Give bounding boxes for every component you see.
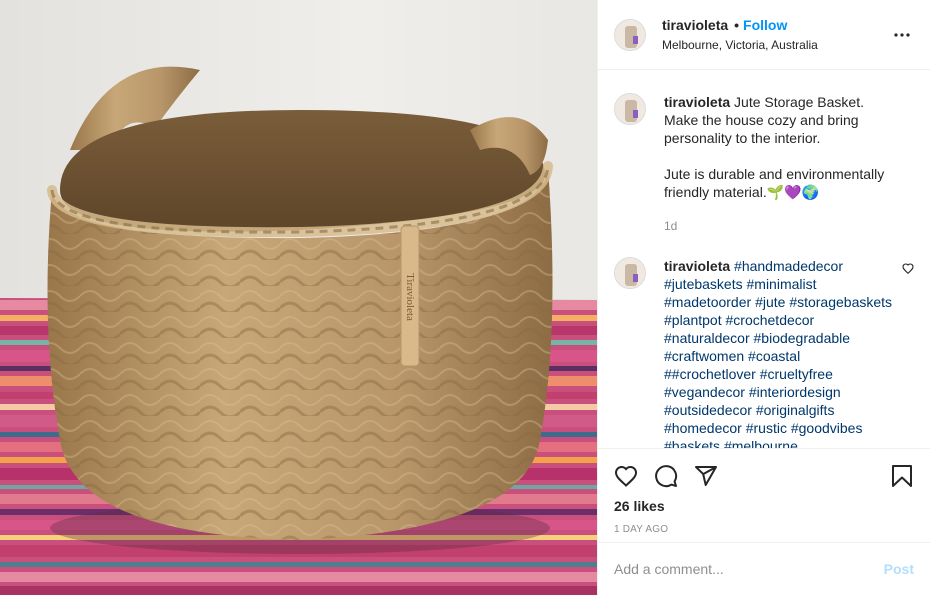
- post-actions: 26 likes 1 DAY AGO: [598, 448, 930, 542]
- hashtag-link[interactable]: #rustic: [746, 420, 787, 436]
- bookmark-icon: [892, 465, 912, 487]
- save-button[interactable]: [890, 464, 914, 488]
- hashtag-link[interactable]: ##crochetlover: [664, 366, 756, 382]
- hashtag-link[interactable]: #plantpot: [664, 312, 722, 328]
- caption-text-block: tiravioleta Jute Storage Basket. Make th…: [664, 93, 914, 235]
- hashtag-link[interactable]: #craftwomen: [664, 348, 744, 364]
- post-time[interactable]: 1 DAY AGO: [614, 524, 914, 535]
- hashtag-link[interactable]: #outsidedecor: [664, 402, 752, 418]
- comment-icon: [655, 465, 678, 488]
- hashtag-link[interactable]: #goodvibes: [791, 420, 863, 436]
- hashtag-link[interactable]: #vegandecor: [664, 384, 745, 400]
- more-options-button[interactable]: [890, 23, 914, 47]
- hashtag-link[interactable]: #biodegradable: [754, 330, 851, 346]
- header-meta: tiravioleta • Follow Melbourne, Victoria…: [662, 17, 890, 52]
- hashtag-link[interactable]: #storagebaskets: [789, 294, 892, 310]
- follow-button[interactable]: Follow: [743, 17, 787, 33]
- comment-button[interactable]: [654, 464, 678, 488]
- caption-emojis: 🌱💜🌍: [766, 184, 819, 200]
- action-icons-row: [614, 449, 914, 499]
- avatar[interactable]: [614, 18, 646, 51]
- location-link[interactable]: Melbourne, Victoria, Australia: [662, 38, 890, 52]
- comment-like-button[interactable]: [894, 257, 914, 448]
- separator-dot: •: [734, 17, 740, 33]
- basket-label-text: Tiravioleta: [404, 273, 416, 321]
- comment-item: tiravioleta #handmadedecor #jutebaskets …: [614, 257, 914, 448]
- caption-username[interactable]: tiravioleta: [664, 94, 730, 110]
- hashtag-link[interactable]: #minimalist: [747, 276, 817, 292]
- jute-basket-image: Tiravioleta: [0, 0, 597, 595]
- more-horizontal-icon: [894, 32, 910, 37]
- hashtag-link[interactable]: #coastal: [748, 348, 800, 364]
- username-link[interactable]: tiravioleta: [662, 17, 728, 33]
- hashtag-link[interactable]: #handmadedecor: [734, 258, 843, 274]
- hashtag-link[interactable]: #jute: [755, 294, 785, 310]
- hashtag-link[interactable]: #baskets: [664, 438, 720, 448]
- hashtag-list: #handmadedecor #jutebaskets #minimalist …: [664, 258, 892, 448]
- post-photo[interactable]: Tiravioleta: [0, 0, 597, 595]
- hashtag-link[interactable]: #interiordesign: [749, 384, 841, 400]
- hashtag-link[interactable]: #homedecor: [664, 420, 742, 436]
- comment-username[interactable]: tiravioleta: [664, 258, 730, 274]
- hashtag-link[interactable]: #crochetdecor: [726, 312, 815, 328]
- avatar[interactable]: [614, 93, 646, 125]
- heart-outline-icon: [614, 465, 638, 487]
- hashtag-link[interactable]: #crueltyfree: [760, 366, 833, 382]
- share-icon: [695, 466, 717, 486]
- hashtag-link[interactable]: #jutebaskets: [664, 276, 743, 292]
- like-button[interactable]: [614, 464, 638, 488]
- likes-count[interactable]: 26 likes: [614, 498, 914, 514]
- hashtag-link[interactable]: #originalgifts: [756, 402, 835, 418]
- comments-list[interactable]: tiravioleta Jute Storage Basket. Make th…: [598, 71, 930, 448]
- post-comment-button[interactable]: Post: [884, 561, 914, 577]
- heart-outline-icon: [902, 263, 914, 274]
- hashtag-link[interactable]: #melbourne: [724, 438, 798, 448]
- caption-time[interactable]: 1d: [664, 217, 914, 235]
- post-header: tiravioleta • Follow Melbourne, Victoria…: [598, 0, 930, 70]
- hashtag-link[interactable]: #naturaldecor: [664, 330, 750, 346]
- avatar[interactable]: [614, 257, 646, 289]
- share-button[interactable]: [694, 464, 718, 488]
- hashtag-link[interactable]: #madetoorder: [664, 294, 751, 310]
- add-comment-bar: Post: [598, 542, 930, 595]
- comment-text-block: tiravioleta #handmadedecor #jutebaskets …: [664, 257, 894, 448]
- caption-block: tiravioleta Jute Storage Basket. Make th…: [614, 93, 914, 235]
- post-side-panel: tiravioleta • Follow Melbourne, Victoria…: [597, 0, 930, 595]
- comment-input[interactable]: [614, 561, 884, 577]
